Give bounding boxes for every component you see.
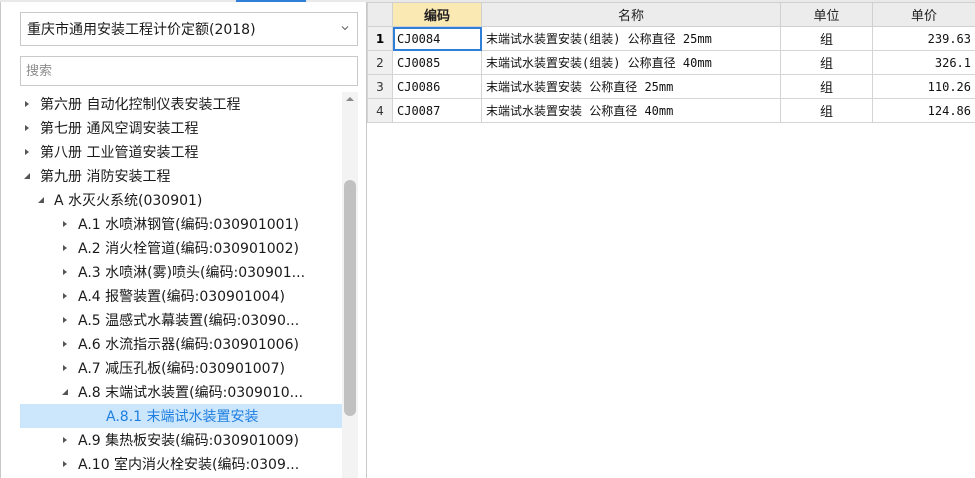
tree-expand-arrow-icon[interactable]	[58, 241, 72, 255]
tree-item[interactable]: A.8 末端试水装置(编码:0309010...	[20, 380, 342, 404]
tree-item-label: A.10 室内消火栓安装(编码:0309...	[78, 457, 300, 473]
tree-item-label: A.5 温感式水幕装置(编码:03090...	[78, 313, 300, 329]
tree-item-label: A 水灭火系统(030901)	[54, 193, 203, 209]
unit-cell[interactable]: 组	[780, 74, 873, 99]
tree-item[interactable]: A 水灭火系统(030901)	[20, 188, 342, 212]
quota-library-select[interactable]: 重庆市通用安装工程计价定额(2018)	[20, 12, 358, 46]
tree-item-label: 第九册 消防安装工程	[40, 169, 171, 185]
left-panel: 重庆市通用安装工程计价定额(2018) 第六册 自动化控制仪表安装工程第七册 通…	[0, 2, 366, 478]
table-row[interactable]: 2 CJ0085 末端试水装置安装(组装) 公称直径 40mm 组 326.1	[367, 50, 975, 75]
name-cell[interactable]: 末端试水装置安装(组装) 公称直径 40mm	[481, 50, 781, 75]
tree-item[interactable]: A.3 水喷淋(雾)喷头(编码:030901...	[20, 260, 342, 284]
search-input[interactable]	[21, 57, 357, 85]
tree-expand-arrow-icon[interactable]	[58, 217, 72, 231]
tree-item-label: A.8.1 末端试水装置安装	[106, 409, 259, 425]
quota-items-grid: 编码 名称 单位 单价 1 CJ0084 末端试水装置安装(组装) 公称直径 25m…	[367, 2, 975, 478]
code-cell[interactable]: CJ0087	[392, 98, 482, 123]
tree-item-label: A.1 水喷淋钢管(编码:030901001)	[78, 217, 299, 233]
table-row[interactable]: 3 CJ0086 末端试水装置安装 公称直径 25mm 组 110.26	[367, 74, 975, 99]
name-cell[interactable]: 末端试水装置安装 公称直径 40mm	[481, 98, 781, 123]
tree-item-label: A.2 消火栓管道(编码:030901002)	[78, 241, 299, 257]
code-cell[interactable]: CJ0085	[392, 50, 482, 75]
price-cell[interactable]: 124.86	[872, 98, 975, 123]
tree-expand-arrow-icon[interactable]	[20, 145, 34, 159]
tree-expand-arrow-icon[interactable]	[20, 97, 34, 111]
tree-scrollbar[interactable]	[342, 92, 358, 478]
tree-expand-arrow-icon[interactable]	[20, 121, 34, 135]
tree-expand-arrow-icon[interactable]	[58, 289, 72, 303]
column-header-unit[interactable]: 单位	[780, 2, 873, 27]
tree-item[interactable]: 第八册 工业管道安装工程	[20, 140, 342, 164]
tree-item-label: A.9 集热板安装(编码:030901009)	[78, 433, 299, 449]
tree-item-label: A.3 水喷淋(雾)喷头(编码:030901...	[78, 265, 306, 281]
unit-cell[interactable]: 组	[780, 26, 873, 51]
tree-item[interactable]: 第七册 通风空调安装工程	[20, 116, 342, 140]
tree-item[interactable]: A.4 报警装置(编码:030901004)	[20, 284, 342, 308]
tree-item-label: 第七册 通风空调安装工程	[40, 121, 199, 137]
tree-item[interactable]: A.2 消火栓管道(编码:030901002)	[20, 236, 342, 260]
quota-select-value: 重庆市通用安装工程计价定额(2018)	[27, 22, 256, 38]
tree-expand-arrow-icon[interactable]	[58, 265, 72, 279]
table-row[interactable]: 1 CJ0084 末端试水装置安装(组装) 公称直径 25mm 组 239.63	[367, 26, 975, 51]
chapter-tree: 第六册 自动化控制仪表安装工程 第七册 通风空调安装工程 第八册 工业管道安装工程第…	[20, 92, 342, 478]
tree-item-label: A.7 减压孔板(编码:030901007)	[78, 361, 285, 377]
row-number-cell[interactable]: 3	[367, 74, 393, 99]
name-cell[interactable]: 末端试水装置安装(组装) 公称直径 25mm	[481, 26, 781, 51]
column-header-code[interactable]: 编码	[392, 2, 482, 27]
unit-cell[interactable]: 组	[780, 98, 873, 123]
tree-item-label: A.4 报警装置(编码:030901004)	[78, 289, 285, 305]
scrollbar-thumb[interactable]	[344, 180, 356, 416]
tree-item[interactable]: A.7 减压孔板(编码:030901007)	[20, 356, 342, 380]
search-field[interactable]	[20, 56, 358, 86]
row-number-cell[interactable]: 2	[367, 50, 393, 75]
tree-item[interactable]: A.10 室内消火栓安装(编码:0309...	[20, 452, 342, 476]
tree-item[interactable]: A.6 水流指示器(编码:030901006)	[20, 332, 342, 356]
tree-item[interactable]: A.9 集热板安装(编码:030901009)	[20, 428, 342, 452]
tree-item[interactable]: 第六册 自动化控制仪表安装工程	[20, 92, 342, 116]
tree-collapse-arrow-icon[interactable]	[58, 385, 72, 399]
code-cell[interactable]: CJ0086	[392, 74, 482, 99]
tree-item[interactable]: A.8.1 末端试水装置安装	[20, 404, 342, 428]
price-cell[interactable]: 110.26	[872, 74, 975, 99]
price-cell[interactable]: 239.63	[872, 26, 975, 51]
tree-item[interactable]: A.5 温感式水幕装置(编码:03090...	[20, 308, 342, 332]
tree-collapse-arrow-icon[interactable]	[20, 169, 34, 183]
grid-header-row: 编码 名称 单位 单价	[367, 2, 975, 27]
tree-collapse-arrow-icon[interactable]	[34, 193, 48, 207]
grid-corner-cell[interactable]	[367, 2, 393, 27]
tree-expand-arrow-icon[interactable]	[58, 361, 72, 375]
tree-item-label: 第六册 自动化控制仪表安装工程	[40, 97, 241, 113]
tree-item-label: A.6 水流指示器(编码:030901006)	[78, 337, 299, 353]
row-number-cell[interactable]: 4	[367, 98, 393, 123]
column-header-name[interactable]: 名称	[481, 2, 781, 27]
tree-item[interactable]: 第九册 消防安装工程	[20, 164, 342, 188]
chevron-down-icon	[341, 26, 349, 31]
tree-item[interactable]: A.1 水喷淋钢管(编码:030901001)	[20, 212, 342, 236]
name-cell[interactable]: 末端试水装置安装 公称直径 25mm	[481, 74, 781, 99]
tree-expand-arrow-icon[interactable]	[58, 337, 72, 351]
row-number-cell[interactable]: 1	[367, 26, 393, 51]
tree-expand-arrow-icon[interactable]	[58, 313, 72, 327]
tree-expand-arrow-icon[interactable]	[58, 457, 72, 471]
scroll-up-arrow-icon[interactable]	[345, 95, 355, 103]
column-header-price[interactable]: 单价	[872, 2, 975, 27]
table-row[interactable]: 4 CJ0087 末端试水装置安装 公称直径 40mm 组 124.86	[367, 98, 975, 123]
tree-item-label: 第八册 工业管道安装工程	[40, 145, 199, 161]
code-cell[interactable]: CJ0084	[392, 26, 482, 51]
price-cell[interactable]: 326.1	[872, 50, 975, 75]
unit-cell[interactable]: 组	[780, 50, 873, 75]
tree-item-label: A.8 末端试水装置(编码:0309010...	[78, 385, 304, 401]
tree-expand-arrow-icon[interactable]	[58, 433, 72, 447]
